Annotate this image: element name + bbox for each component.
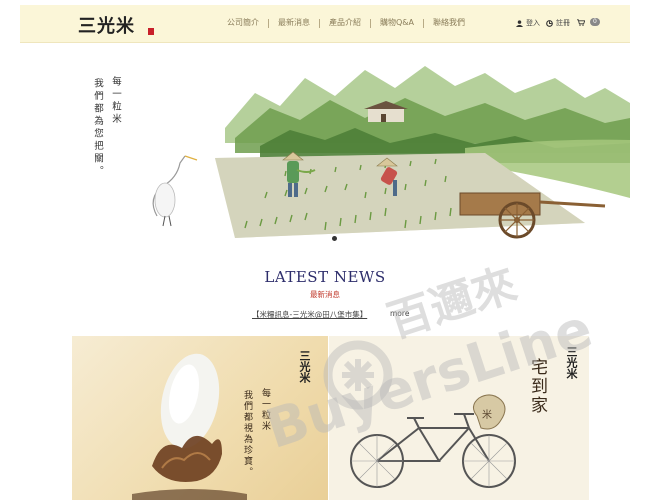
register-label: 註冊: [556, 19, 570, 27]
panel-left-logo: 三光米: [298, 350, 311, 383]
delivery-slogan: 宅到家: [527, 358, 547, 415]
panel-right-logo: 三光米: [565, 346, 578, 379]
news-title: LATEST NEWS: [264, 268, 386, 286]
hero-tagline-line1: 每一粒米: [110, 76, 121, 126]
panel-left-line2: 我們都視為珍寶。: [242, 390, 252, 478]
hero-tagline-line2: 我們都為您把關。: [92, 78, 103, 178]
hero-banner[interactable]: 每一粒米 我們都為您把關。: [85, 48, 630, 248]
login-link[interactable]: 登入: [516, 18, 540, 28]
product-panel-right[interactable]: 米 三光米 宅到家: [329, 336, 589, 500]
svg-text:米: 米: [482, 408, 492, 421]
register-icon: [546, 19, 553, 27]
rice-field-illustration: [152, 66, 630, 239]
login-label: 登入: [526, 19, 540, 27]
rice-grain-display-image: [132, 353, 247, 500]
bicycle-delivery-image: 米: [350, 394, 516, 488]
news-item-link[interactable]: 【米糧訊息-三光米@田八堡市集】: [252, 309, 367, 320]
site-header: 三光米 公司簡介 最新消息 產品介紹 購物Q&A 聯絡我們 登入 註冊 0: [20, 5, 630, 43]
main-nav: 公司簡介 最新消息 產品介紹 購物Q&A 聯絡我們: [218, 17, 474, 29]
cart-icon: [577, 18, 585, 26]
nav-item-contact[interactable]: 聯絡我們: [424, 17, 474, 29]
site-logo[interactable]: 三光米: [78, 12, 135, 38]
user-icon: [516, 19, 523, 27]
nav-item-shopping-qa[interactable]: 購物Q&A: [371, 17, 423, 29]
register-link[interactable]: 註冊: [546, 18, 570, 28]
nav-item-products[interactable]: 產品介紹: [320, 17, 370, 29]
nav-item-news[interactable]: 最新消息: [269, 17, 319, 29]
news-subtitle: 最新消息: [310, 290, 340, 299]
nav-item-about[interactable]: 公司簡介: [218, 17, 268, 29]
cart-link[interactable]: 0: [577, 18, 600, 26]
logo-seal-icon: [148, 28, 154, 35]
carousel-dot[interactable]: [332, 236, 337, 241]
product-panel-left[interactable]: 三光米 每一粒米 我們都視為珍寶。: [72, 336, 328, 500]
cart-count-badge: 0: [590, 18, 600, 26]
news-more-link[interactable]: more: [390, 309, 409, 318]
panel-left-line1: 每一粒米: [260, 388, 270, 432]
